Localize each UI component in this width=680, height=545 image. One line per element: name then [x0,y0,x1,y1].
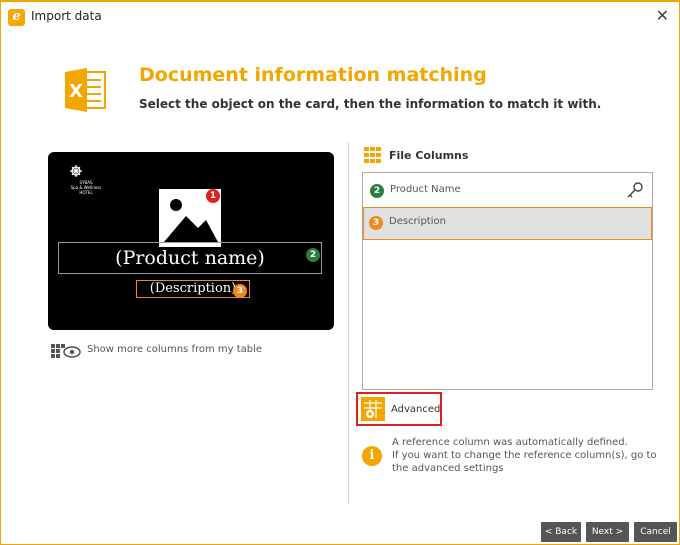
advanced-label: Advanced [391,404,441,415]
panel-divider [348,142,349,504]
file-columns-list: 2 Product Name 3 Description [362,172,653,390]
grid-icon [364,147,381,163]
show-more-label: Show more columns from my table [87,344,263,355]
column-name: Product Name [390,184,461,195]
column-name: Description [389,216,446,227]
advanced-button[interactable]: Advanced [356,392,442,426]
column-badge: 2 [370,184,384,198]
title-bar: e Import data ✕ [1,2,679,32]
page-subtitle: Select the object on the card, then the … [139,97,602,111]
product-name-field[interactable]: (Product name) [58,242,322,274]
column-item-product-name[interactable]: 2 Product Name [363,175,652,207]
advanced-settings-icon [361,397,385,421]
product-name-text: (Product name) [115,247,265,269]
info-icon: i [362,446,382,466]
back-button[interactable]: < Back [541,522,581,542]
app-logo-icon: e [8,9,25,26]
info-line: the advanced settings [392,463,504,474]
close-button[interactable]: ✕ [656,6,669,25]
window-title: Import data [31,9,102,23]
image-badge: 1 [206,189,220,203]
product-name-badge: 2 [306,248,320,262]
hotel-logo-text: SYBAS Spa & Wellness HOTEL [70,180,102,195]
card-preview: SYBAS Spa & Wellness HOTEL 1 (Product na… [48,152,334,330]
info-line: If you want to change the reference colu… [392,450,657,461]
key-icon[interactable] [626,181,644,199]
file-columns-title: File Columns [389,149,469,162]
next-button[interactable]: Next > [586,522,629,542]
svg-text:X: X [69,81,83,102]
info-message: A reference column was automatically def… [392,436,672,475]
description-badge: 3 [233,284,247,298]
import-data-dialog: e Import data ✕ X Document information m… [0,0,680,545]
column-badge: 3 [369,216,383,230]
column-item-description[interactable]: 3 Description [363,207,652,240]
columns-eye-icon [51,344,81,358]
excel-icon: X [65,68,106,112]
info-line: A reference column was automatically def… [392,437,628,448]
cancel-button[interactable]: Cancel [634,522,677,542]
page-title: Document information matching [139,64,487,86]
